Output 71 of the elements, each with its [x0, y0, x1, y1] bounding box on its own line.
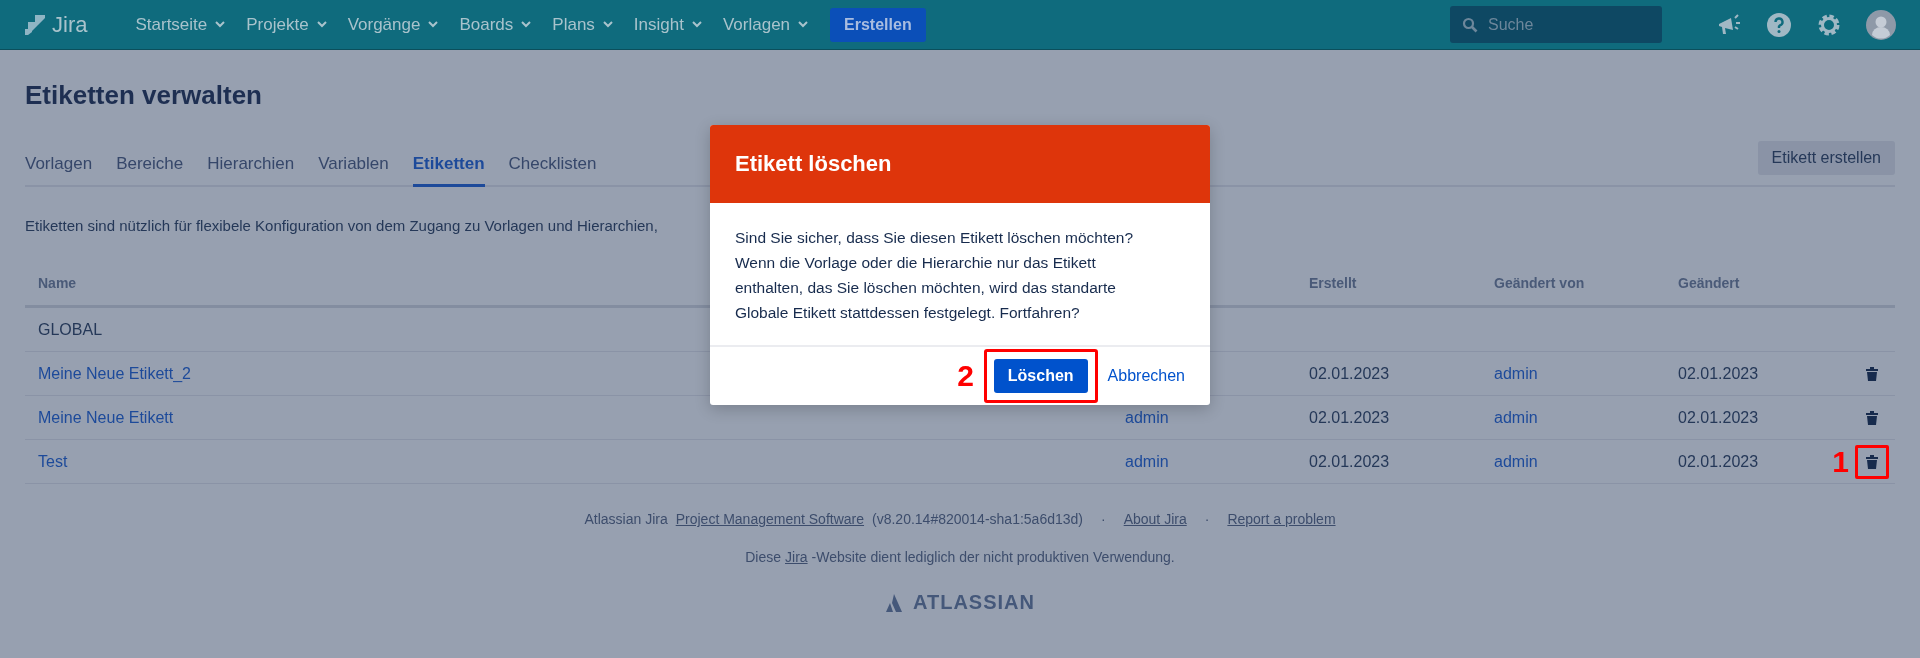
tab[interactable]: Checklisten [508, 141, 597, 187]
label-link[interactable]: Meine Neue Etikett_2 [38, 364, 191, 382]
create-label-button[interactable]: Etikett erstellen [1757, 141, 1895, 175]
nav-menu[interactable]: Insight [633, 14, 702, 35]
tab[interactable]: Bereiche [116, 141, 184, 187]
table-cell: 02.01.2023 [1309, 452, 1390, 470]
table-cell: GLOBAL [38, 320, 103, 338]
brand-name: ATLASSIAN [913, 591, 1035, 614]
delete-button[interactable] [1855, 444, 1889, 479]
table-cell: 02.01.2023 [1309, 364, 1390, 382]
nav-menu[interactable]: Startseite [135, 14, 226, 35]
table-cell: 02.01.2023 [1678, 364, 1759, 382]
label-link[interactable]: Test [38, 452, 68, 470]
tab[interactable]: Vorlagen [25, 141, 93, 187]
tab[interactable]: Etiketten [412, 141, 485, 187]
nav-menu[interactable]: Vorlagen [722, 14, 809, 35]
footer-text: Atlassian Jira [584, 511, 668, 527]
atlassian-logo-icon [885, 592, 905, 613]
caret-icon [691, 21, 702, 28]
nav-menu[interactable]: Plans [552, 14, 613, 35]
user-link[interactable]: admin [1494, 408, 1538, 426]
nav-menu[interactable]: Boards [459, 14, 532, 35]
footer-text: (v8.20.14#820014-sha1:5a6d13d) [872, 511, 1083, 527]
tab[interactable]: Variablen [318, 141, 389, 187]
footer-link[interactable]: About Jira [1123, 511, 1187, 527]
column-header: Name [38, 275, 77, 291]
table-cell: 02.01.2023 [1678, 408, 1759, 426]
cancel-link[interactable]: Abbrechen [1107, 367, 1185, 385]
table-cell: 02.01.2023 [1678, 452, 1759, 470]
user-link[interactable]: admin [1125, 408, 1169, 426]
user-link[interactable]: admin [1125, 452, 1169, 470]
table-cell: 02.01.2023 [1309, 408, 1390, 426]
column-header: Erstellt [1309, 275, 1357, 291]
dialog-message: Sind Sie sicher, dass Sie diesen Etikett löschen möchten? Wenn die Vorlage oder die Hierarchie nur das Etikett enthalten, das Sie löschen möchten, wird das standarte Globale Etikett stattdessen festgelegt. Fortfahren? [734, 228, 1135, 323]
help-icon[interactable] [1766, 11, 1792, 38]
caret-icon [521, 21, 532, 28]
footer-link[interactable]: Jira [785, 549, 808, 565]
footer-link[interactable]: Report a problem [1227, 511, 1336, 527]
description-text: Etiketten sind nützlich für flexibele Konfiguration von dem Zugang zu Vorlagen und Hierarchien, [25, 217, 658, 236]
caret-icon [215, 21, 226, 28]
search-field[interactable]: Suche [1450, 6, 1662, 43]
nav-menu[interactable]: Projekte [246, 14, 327, 35]
delete-confirm-button[interactable]: Löschen [993, 359, 1088, 393]
dialog-title: Etikett löschen [735, 151, 892, 177]
footer-link[interactable]: Project Management Software [675, 511, 865, 527]
annotation-number: 1 [1832, 444, 1849, 479]
caret-icon [316, 21, 327, 28]
caret-icon [602, 21, 613, 28]
footer-text: -Website dient lediglich der nicht produktiven Verwendung. [811, 549, 1175, 565]
user-link[interactable]: admin [1494, 364, 1538, 382]
caret-icon [798, 21, 809, 28]
app-logo-text: Jira [52, 11, 88, 38]
label-link[interactable]: Meine Neue Etikett [38, 408, 174, 426]
create-button[interactable]: Erstellen [830, 7, 926, 42]
caret-icon [428, 21, 439, 28]
footer-text: · [1204, 511, 1210, 527]
footer-text: Diese [745, 549, 781, 565]
trash-icon [1865, 453, 1879, 470]
user-link[interactable]: admin [1494, 452, 1538, 470]
trash-icon [1865, 409, 1879, 426]
footer-text: · [1101, 511, 1106, 527]
nav-menu[interactable]: Vorgänge [347, 14, 439, 35]
search-icon [1462, 17, 1478, 33]
trash-icon [1865, 365, 1879, 382]
tab[interactable]: Hierarchien [207, 141, 295, 187]
avatar-icon[interactable] [1866, 9, 1896, 40]
column-header: Geändert von [1494, 275, 1585, 291]
annotation-number: 2 [957, 359, 974, 393]
column-header: Geändert [1678, 275, 1740, 291]
page-title: Etiketten verwalten [25, 79, 263, 112]
logo-icon [24, 13, 46, 36]
